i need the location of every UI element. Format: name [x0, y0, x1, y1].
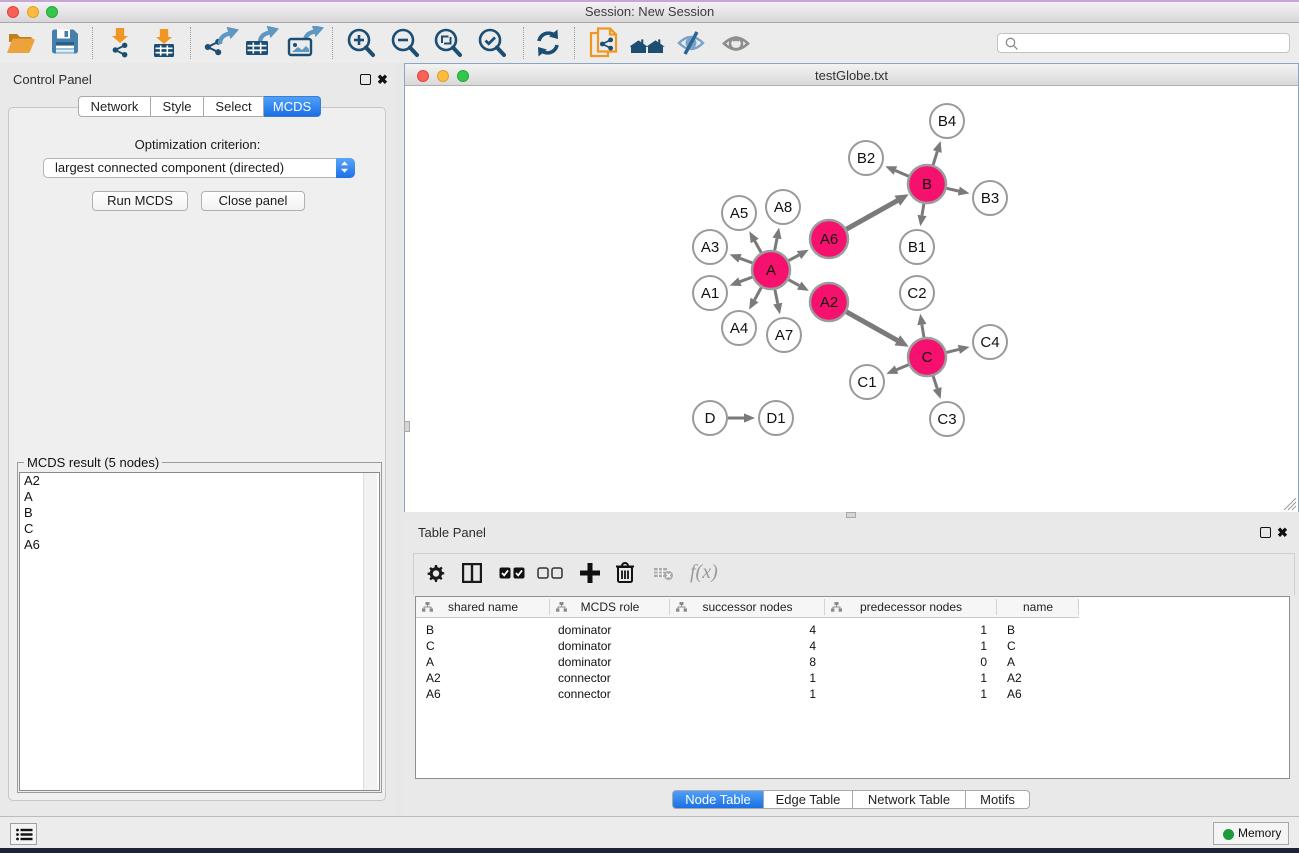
svg-text:A6: A6 — [820, 231, 838, 248]
svg-text:A2: A2 — [820, 294, 838, 311]
svg-text:A: A — [766, 262, 776, 279]
svg-text:B1: B1 — [908, 239, 926, 256]
svg-text:C2: C2 — [907, 285, 926, 302]
svg-text:C3: C3 — [937, 411, 956, 428]
svg-text:D: D — [705, 410, 716, 427]
svg-text:A1: A1 — [701, 285, 719, 302]
svg-text:B2: B2 — [857, 150, 875, 167]
svg-text:A8: A8 — [774, 199, 792, 216]
svg-text:C1: C1 — [857, 374, 876, 391]
svg-text:D1: D1 — [766, 410, 785, 427]
svg-text:B4: B4 — [938, 113, 956, 130]
svg-text:A3: A3 — [701, 239, 719, 256]
svg-text:A5: A5 — [730, 205, 748, 222]
svg-text:B: B — [922, 176, 932, 193]
svg-text:C4: C4 — [980, 334, 999, 351]
svg-text:f(x): f(x) — [690, 562, 718, 583]
svg-text:A7: A7 — [775, 327, 793, 344]
svg-text:A4: A4 — [730, 320, 748, 337]
svg-text:C: C — [922, 349, 933, 366]
svg-text:B3: B3 — [981, 190, 999, 207]
